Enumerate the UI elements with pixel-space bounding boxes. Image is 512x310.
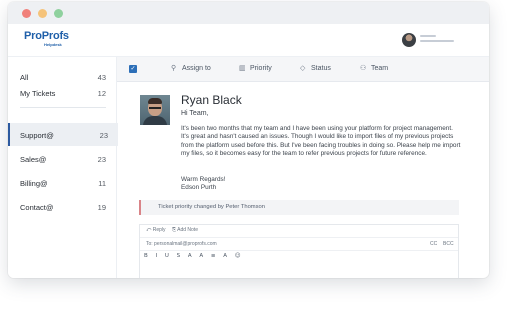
assign-to-button[interactable]: ⚲ Assign to — [171, 65, 211, 72]
close-window-button[interactable] — [22, 9, 31, 18]
tag-icon: ◇ — [300, 65, 306, 72]
status-button[interactable]: ◇ Status — [300, 65, 331, 72]
sidebar-divider — [20, 107, 106, 108]
reply-editor: ⤺ Reply ⎘ Add Note To: personalmail@prop… — [139, 224, 459, 278]
requester-avatar — [140, 95, 170, 125]
bcc-button[interactable]: BCC — [443, 241, 454, 247]
sidebar-item-my-tickets[interactable]: My Tickets 12 — [8, 83, 116, 103]
tab-reply[interactable]: ⤺ Reply — [146, 227, 166, 233]
select-all-checkbox[interactable]: ✓ — [129, 65, 137, 73]
ticket-toolbar: ✓ ⚲ Assign to ▥ Priority ◇ Status ⚇ Team — [117, 57, 489, 82]
logo-sub-text: Helpdesk — [44, 42, 62, 47]
reply-tabs: ⤺ Reply ⎘ Add Note — [140, 225, 458, 237]
logo-main-text: ProProfs — [24, 30, 69, 42]
ticket-pane: ✓ ⚲ Assign to ▥ Priority ◇ Status ⚇ Team Rya… — [117, 57, 489, 278]
user-avatar[interactable] — [402, 33, 416, 47]
proprofs-logo[interactable]: ProProfs Helpdesk — [24, 30, 69, 48]
priority-button[interactable]: ▥ Priority — [239, 65, 272, 72]
team-label: Team — [371, 65, 389, 72]
sidebar-item-count: 12 — [97, 89, 106, 98]
app-window: ProProfs Helpdesk All 43 My Tickets 12 S… — [8, 2, 489, 278]
sidebar-item-sales[interactable]: Sales@ 23 — [8, 149, 116, 169]
requester-name: Ryan Black — [181, 93, 242, 107]
sidebar-item-label: Contact@ — [20, 203, 54, 212]
sidebar-item-label: All — [20, 73, 29, 82]
message-signer: Edson Purth — [181, 184, 217, 191]
maximize-window-button[interactable] — [54, 9, 63, 18]
team-button[interactable]: ⚇ Team — [360, 65, 388, 72]
user-name-placeholder — [420, 35, 436, 37]
sidebar-item-count: 43 — [97, 73, 106, 82]
bar-chart-icon: ▥ — [239, 65, 246, 72]
sidebar-item-contact[interactable]: Contact@ 19 — [8, 197, 116, 217]
activity-note-text: Ticket priority changed by Peter Thomson — [158, 204, 265, 210]
priority-label: Priority — [250, 65, 272, 72]
minimize-window-button[interactable] — [38, 9, 47, 18]
sidebar-item-label: Billing@ — [20, 179, 48, 188]
sidebar-item-support[interactable]: Support@ 23 — [8, 123, 118, 146]
cc-button[interactable]: CC — [430, 241, 437, 247]
sidebar-item-label: My Tickets — [20, 89, 56, 98]
message-greeting: Hi Team, — [181, 110, 209, 117]
sidebar-item-billing[interactable]: Billing@ 11 — [8, 173, 116, 193]
sidebar-item-count: 19 — [97, 203, 106, 212]
sidebar-item-label: Support@ — [20, 131, 54, 140]
sidebar-item-label: Sales@ — [20, 155, 47, 164]
tab-add-note[interactable]: ⎘ Add Note — [172, 227, 198, 233]
team-icon: ⚇ — [360, 65, 367, 72]
formatting-toolbar[interactable]: B I U S A A ≡ A ☺ — [144, 253, 244, 259]
message-body: It's been two months that my team and I … — [181, 125, 461, 158]
assign-to-label: Assign to — [182, 65, 211, 72]
reply-to-row: To: personalmail@proprofs.com CC BCC — [140, 237, 458, 251]
status-label: Status — [311, 65, 331, 72]
message-regards: Warm Regards! — [181, 176, 226, 183]
app-header: ProProfs Helpdesk — [8, 24, 489, 57]
activity-note: Ticket priority changed by Peter Thomson — [139, 200, 459, 215]
user-icon: ⚲ — [171, 65, 177, 72]
sidebar: All 43 My Tickets 12 Support@ 23 Sales@ … — [8, 57, 118, 278]
reply-to-field[interactable]: To: personalmail@proprofs.com — [146, 241, 217, 247]
sidebar-item-count: 11 — [98, 179, 106, 188]
sidebar-item-count: 23 — [99, 131, 108, 140]
message-signature: Warm Regards! Edson Purth — [181, 176, 226, 192]
sidebar-item-count: 23 — [97, 155, 106, 164]
user-email-placeholder — [420, 40, 454, 42]
title-bar — [8, 2, 489, 24]
